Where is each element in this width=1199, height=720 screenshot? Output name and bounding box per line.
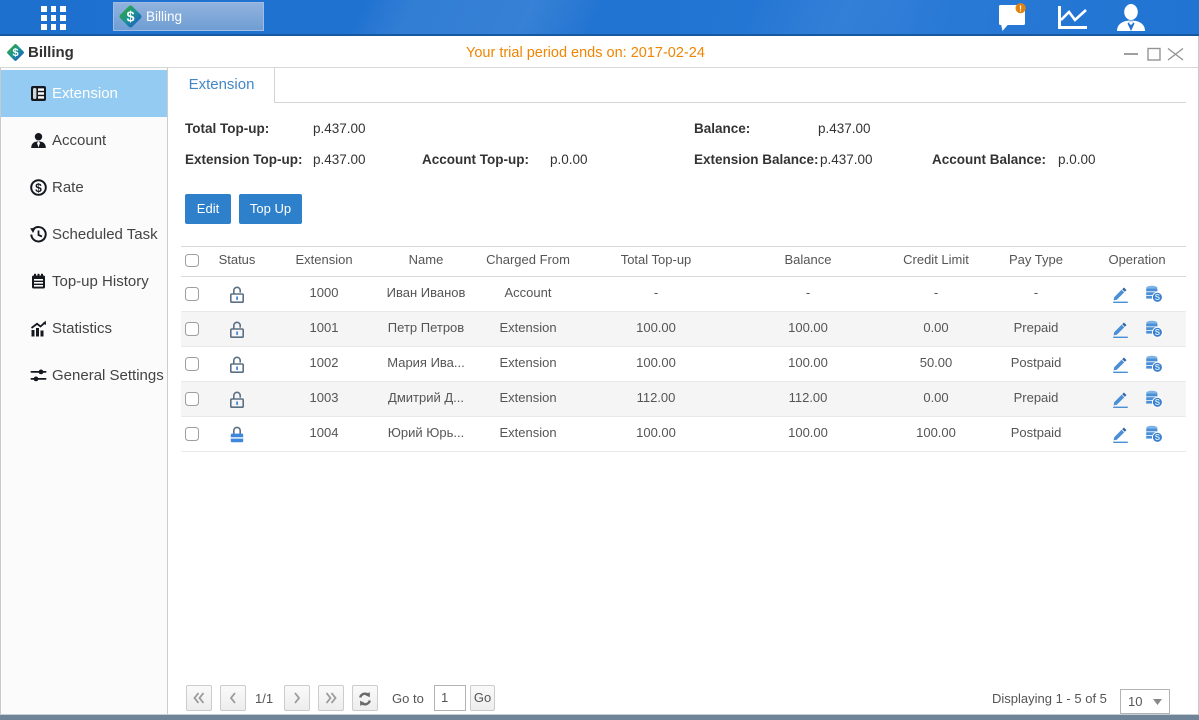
svg-text:$: $ [126, 9, 134, 25]
svg-text:S: S [1155, 433, 1161, 442]
svg-text:S: S [1155, 293, 1161, 302]
svg-text:S: S [1155, 398, 1161, 407]
svg-text:S: S [1155, 363, 1161, 372]
svg-text:!: ! [1019, 3, 1022, 13]
svg-text:$: $ [12, 47, 18, 59]
svg-text:$: $ [35, 181, 42, 195]
svg-text:S: S [1155, 328, 1161, 337]
